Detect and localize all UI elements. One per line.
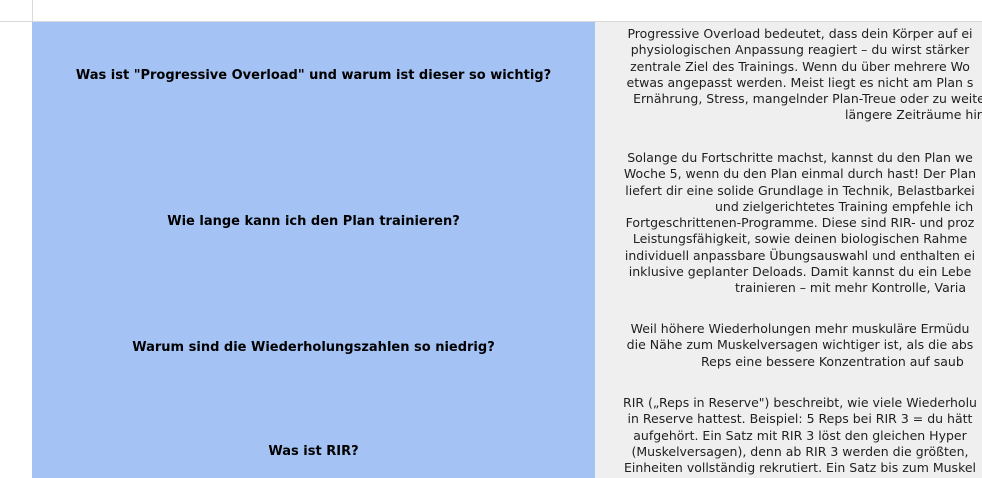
faq-row-progressive-overload: Was ist "Progressive Overload" und warum…	[32, 22, 982, 128]
answer-line: und zielgerichtetes Training empfehle ic…	[715, 198, 974, 214]
answer-line: Leistungsfähigkeit, sowie deinen biologi…	[632, 231, 968, 247]
answer-cell[interactable]: Progressive Overload bedeutet, dass dein…	[595, 22, 982, 128]
answer-line: (Muskelversagen), denn ab RIR 3 werden d…	[631, 443, 969, 459]
question-cell[interactable]: Was ist RIR?	[32, 380, 595, 478]
answer-text: Progressive Overload bedeutet, dass dein…	[595, 26, 982, 124]
answer-text: Solange du Fortschritte machst, kannst d…	[595, 150, 982, 297]
answer-cell[interactable]: RIR („Reps in Reserve") beschreibt, wie …	[595, 380, 982, 478]
column-gridline	[32, 0, 33, 21]
answer-line: Progressive Overload bedeutet, dass dein…	[627, 26, 973, 41]
question-text: Was ist RIR?	[268, 444, 359, 459]
answer-line: Solange du Fortschritte machst, kannst d…	[627, 150, 973, 165]
answer-line: Reps eine bessere Konzentration auf saub	[701, 353, 964, 369]
answer-line: etwas angepasst werden. Meist liegt es n…	[626, 74, 974, 90]
answer-line: individuell anpassbare Übungsauswahl und…	[624, 247, 976, 263]
answer-text: RIR („Reps in Reserve") beschreibt, wie …	[595, 395, 982, 476]
answer-line: Weil höhere Wiederholungen mehr muskulär…	[630, 321, 970, 336]
question-cell[interactable]: Wie lange kann ich den Plan trainieren?	[32, 128, 595, 314]
answer-line: liefert dir eine solide Grundlage in Tec…	[625, 182, 975, 198]
answer-line: physiologischen Anpassung reagiert – du …	[630, 42, 970, 58]
spreadsheet-view: Was ist "Progressive Overload" und warum…	[0, 0, 982, 478]
answer-line: Einheiten vollständig rekrutiert. Ein Sa…	[623, 460, 977, 476]
answer-line: Ernährung, Stress, mangelnder Plan-Treue…	[633, 91, 982, 107]
question-cell[interactable]: Was ist "Progressive Overload" und warum…	[32, 22, 595, 128]
answer-line: in Reserve hattest. Beispiel: 5 Reps bei…	[627, 411, 973, 427]
header-row-strip	[0, 0, 982, 22]
faq-row-low-reps: Warum sind die Wiederholungszahlen so ni…	[32, 314, 982, 380]
faq-row-plan-duration: Wie lange kann ich den Plan trainieren? …	[32, 128, 982, 314]
answer-line: die Nähe zum Muskelversagen wichtiger is…	[626, 337, 974, 353]
answer-cell[interactable]: Weil höhere Wiederholungen mehr muskulär…	[595, 314, 982, 380]
question-text: Warum sind die Wiederholungszahlen so ni…	[132, 339, 495, 355]
answer-cell[interactable]: Solange du Fortschritte machst, kannst d…	[595, 128, 982, 314]
answer-line: trainieren – mit mehr Kontrolle, Varia	[735, 280, 967, 296]
question-cell[interactable]: Warum sind die Wiederholungszahlen so ni…	[32, 314, 595, 380]
answer-line: längere Zeiträume hir	[845, 107, 982, 123]
faq-row-rir: Was ist RIR? RIR („Reps in Reserve") bes…	[32, 380, 982, 478]
answer-line: Fortgeschrittenen-Programme. Diese sind …	[625, 215, 975, 231]
answer-line: zentrale Ziel des Trainings. Wenn du übe…	[630, 58, 970, 74]
answer-line: Woche 5, wenn du den Plan einmal durch h…	[623, 166, 977, 182]
question-text: Was ist "Progressive Overload" und warum…	[75, 67, 552, 83]
answer-line: aufgehört. Ein Satz mit RIR 3 löst den g…	[633, 427, 967, 443]
question-text: Wie lange kann ich den Plan trainieren?	[167, 213, 460, 229]
answer-text: Weil höhere Wiederholungen mehr muskulär…	[595, 321, 982, 370]
answer-line: inklusive geplanter Deloads. Damit kanns…	[628, 264, 972, 280]
answer-line: RIR („Reps in Reserve") beschreibt, wie …	[623, 395, 977, 410]
